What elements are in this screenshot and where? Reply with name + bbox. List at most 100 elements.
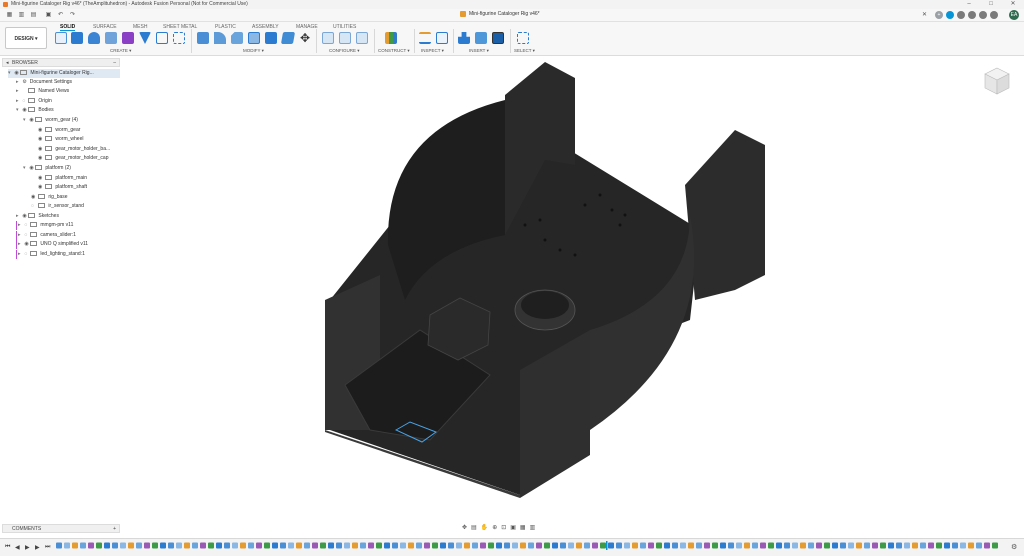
- timeline-feature[interactable]: [968, 542, 974, 549]
- shell-icon[interactable]: [248, 32, 260, 44]
- timeline-end-button[interactable]: ⏭: [45, 544, 50, 551]
- tree-item-component[interactable]: ▸ ◉ UNO Q simplified v11: [16, 240, 88, 249]
- timeline-feature[interactable]: [296, 542, 302, 549]
- timeline-feature[interactable]: [88, 542, 94, 549]
- select-icon[interactable]: [517, 32, 529, 44]
- tree-item-bodies[interactable]: ▾ ◉ Bodies: [16, 106, 54, 115]
- timeline-feature[interactable]: [64, 542, 70, 549]
- timeline-feature[interactable]: [784, 542, 790, 549]
- timeline-feature[interactable]: [936, 542, 942, 549]
- timeline-feature[interactable]: [256, 542, 262, 549]
- section-analysis-icon[interactable]: [436, 32, 448, 44]
- tree-item-platform-folder[interactable]: ▾ ◉ platform (2): [23, 164, 71, 173]
- model-render[interactable]: [0, 56, 1024, 521]
- chevron-right-icon[interactable]: ▸: [18, 221, 23, 230]
- redo-icon[interactable]: ↷: [69, 12, 76, 19]
- timeline-feature[interactable]: [808, 542, 814, 549]
- timeline-feature[interactable]: [184, 542, 190, 549]
- timeline-feature[interactable]: [728, 542, 734, 549]
- move-copy-icon[interactable]: ✥: [299, 32, 311, 44]
- tree-item-body[interactable]: ◌ ir_sensor_stand: [31, 202, 84, 211]
- chevron-right-icon[interactable]: ▸: [16, 212, 21, 221]
- chevron-right-icon[interactable]: ▸: [18, 250, 23, 259]
- tree-item-sketches[interactable]: ▸ ◉ Sketches: [16, 212, 59, 221]
- timeline-feature[interactable]: [432, 542, 438, 549]
- chevron-down-icon[interactable]: ▾: [23, 116, 28, 125]
- tree-item-named-views[interactable]: ▸ Named Views: [16, 87, 69, 96]
- tree-item-body[interactable]: ◉ platform_main: [38, 174, 87, 183]
- timeline-feature[interactable]: [328, 542, 334, 549]
- timeline-feature[interactable]: [816, 542, 822, 549]
- extrude-icon[interactable]: [71, 32, 83, 44]
- timeline-feature[interactable]: [664, 542, 670, 549]
- tab-surface[interactable]: SURFACE: [93, 24, 117, 30]
- tree-item-component[interactable]: ▸ ◌ led_lighting_stand:1: [16, 250, 85, 259]
- timeline-feature[interactable]: [552, 542, 558, 549]
- look-at-icon[interactable]: ▤: [471, 524, 477, 532]
- timeline-feature[interactable]: [888, 542, 894, 549]
- visibility-eye-icon[interactable]: ◉: [38, 135, 44, 144]
- timeline-feature[interactable]: [760, 542, 766, 549]
- timeline-feature[interactable]: [368, 542, 374, 549]
- zoom-icon[interactable]: ⊕: [492, 524, 497, 532]
- tree-root[interactable]: ▾ ◉ Mini-figurine Cataloger Rig...: [8, 69, 120, 78]
- measure-icon[interactable]: [419, 32, 431, 44]
- tree-item-body[interactable]: ◉ gear_motor_holder_cap: [38, 154, 108, 163]
- tab-assembly[interactable]: ASSEMBLY: [252, 24, 279, 30]
- timeline-feature[interactable]: [208, 542, 214, 549]
- maximize-button[interactable]: □: [980, 0, 1002, 9]
- canvas-viewport[interactable]: [0, 56, 1024, 521]
- timeline-feature[interactable]: [472, 542, 478, 549]
- timeline-feature[interactable]: [360, 542, 366, 549]
- timeline-feature[interactable]: [416, 542, 422, 549]
- chevron-down-icon[interactable]: ▾: [8, 69, 13, 78]
- timeline-feature[interactable]: [920, 542, 926, 549]
- tree-item-component[interactable]: ▸ ◌ mmgm-pm v11: [16, 221, 73, 230]
- timeline-feature[interactable]: [976, 542, 982, 549]
- timeline-feature[interactable]: [440, 542, 446, 549]
- pattern-icon[interactable]: [156, 32, 168, 44]
- timeline-feature[interactable]: [96, 542, 102, 549]
- timeline-feature[interactable]: [248, 542, 254, 549]
- minimize-button[interactable]: –: [958, 0, 980, 9]
- comments-panel[interactable]: COMMENTS +: [2, 524, 120, 533]
- tab-mesh[interactable]: MESH: [133, 24, 147, 30]
- timeline-feature[interactable]: [592, 542, 598, 549]
- timeline-feature[interactable]: [856, 542, 862, 549]
- timeline-feature[interactable]: [680, 542, 686, 549]
- chevron-down-icon[interactable]: ▾: [16, 106, 21, 115]
- close-tab-icon[interactable]: ✕: [922, 11, 927, 18]
- data-panel-icon[interactable]: ▥: [18, 12, 25, 19]
- insert-mcmaster-icon[interactable]: [492, 32, 504, 44]
- timeline-feature[interactable]: [408, 542, 414, 549]
- tree-item-worm-gear-folder[interactable]: ▾ ◉ worm_gear (4): [23, 116, 78, 125]
- timeline-feature[interactable]: [232, 542, 238, 549]
- browser-header[interactable]: ◂ BROWSER –: [2, 58, 120, 67]
- timeline-feature[interactable]: [864, 542, 870, 549]
- visibility-eye-icon[interactable]: ◉: [31, 193, 37, 202]
- pan-icon[interactable]: ✋: [481, 524, 488, 532]
- help-icon[interactable]: [979, 11, 987, 19]
- chevron-right-icon[interactable]: ▸: [16, 78, 21, 87]
- timeline-feature[interactable]: [288, 542, 294, 549]
- timeline-feature[interactable]: [240, 542, 246, 549]
- timeline-feature[interactable]: [696, 542, 702, 549]
- timeline-feature[interactable]: [984, 542, 990, 549]
- timeline-feature[interactable]: [176, 542, 182, 549]
- visibility-eye-icon[interactable]: ◉: [38, 174, 44, 183]
- user-avatar[interactable]: EA: [1009, 10, 1019, 20]
- timeline-feature[interactable]: [904, 542, 910, 549]
- timeline-feature[interactable]: [744, 542, 750, 549]
- timeline-feature[interactable]: [80, 542, 86, 549]
- job-status-icon[interactable]: [957, 11, 965, 19]
- timeline-feature[interactable]: [120, 542, 126, 549]
- timeline-forward-button[interactable]: ▶: [35, 544, 40, 551]
- learning-icon[interactable]: [990, 11, 998, 19]
- visibility-eye-icon[interactable]: ◉: [38, 154, 44, 163]
- timeline-feature[interactable]: [712, 542, 718, 549]
- timeline-feature[interactable]: [496, 542, 502, 549]
- timeline-feature[interactable]: [960, 542, 966, 549]
- add-comment-icon[interactable]: +: [113, 525, 116, 533]
- collapse-browser-icon[interactable]: ◂: [6, 59, 9, 67]
- timeline-feature[interactable]: [800, 542, 806, 549]
